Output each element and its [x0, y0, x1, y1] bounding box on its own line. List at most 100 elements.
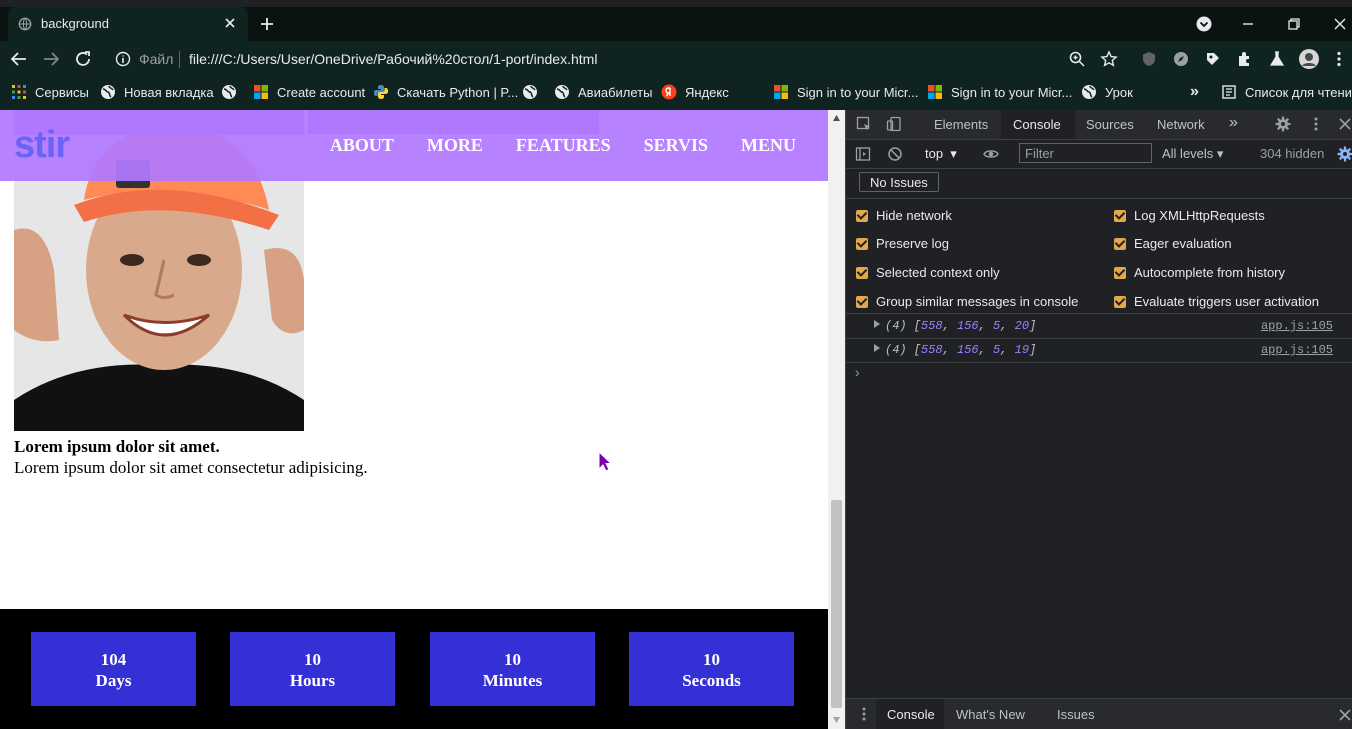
- nav-about[interactable]: ABOUT: [330, 135, 394, 156]
- console-log-row[interactable]: (4) [558, 156, 5, 20] app.js:105: [846, 314, 1352, 339]
- page-scrollbar[interactable]: [828, 110, 845, 729]
- clear-console-icon[interactable]: [887, 146, 903, 162]
- device-toolbar-icon[interactable]: [886, 116, 902, 132]
- bookmark-globe[interactable]: [221, 82, 237, 102]
- reload-icon[interactable]: [74, 50, 92, 68]
- bookmark-urok[interactable]: Урок: [1081, 82, 1133, 102]
- setting-autocomplete[interactable]: Autocomplete from history: [1114, 265, 1285, 280]
- bookmark-globe-2[interactable]: [522, 82, 538, 102]
- drawer-tab-whats-new[interactable]: What's New: [956, 707, 1025, 722]
- nav-features[interactable]: FEATURES: [516, 135, 611, 156]
- setting-evaluate-triggers[interactable]: Evaluate triggers user activation: [1114, 294, 1319, 309]
- microsoft-logo-icon: [774, 85, 788, 99]
- more-tabs-chevron-icon[interactable]: »: [1229, 114, 1238, 132]
- setting-label: Selected context only: [876, 265, 1000, 280]
- back-arrow-icon[interactable]: [10, 50, 28, 68]
- profile-avatar-icon[interactable]: [1298, 48, 1320, 70]
- console-settings-gear-icon[interactable]: [1337, 146, 1352, 162]
- console-log-row[interactable]: (4) [558, 156, 5, 19] app.js:105: [846, 338, 1352, 363]
- checkbox-checked[interactable]: [1114, 237, 1126, 250]
- drawer-tab-issues[interactable]: Issues: [1057, 707, 1095, 722]
- checkbox-checked[interactable]: [856, 295, 868, 308]
- bookmark-create-account[interactable]: Create account: [253, 82, 365, 102]
- tab-elements[interactable]: Elements: [934, 117, 988, 132]
- setting-eager-evaluation[interactable]: Eager evaluation: [1114, 236, 1232, 251]
- tab-network[interactable]: Network: [1157, 117, 1205, 132]
- globe-icon: [222, 85, 236, 99]
- settings-gear-icon[interactable]: [1275, 116, 1291, 132]
- setting-log-xhr[interactable]: Log XMLHttpRequests: [1114, 208, 1265, 223]
- close-window-icon[interactable]: [1330, 14, 1350, 34]
- expand-arrow-icon[interactable]: [874, 344, 880, 352]
- site-logo[interactable]: stir: [14, 124, 70, 167]
- console-prompt[interactable]: ›: [855, 364, 860, 380]
- scrollbar-thumb[interactable]: [831, 500, 842, 708]
- drawer-menu-icon[interactable]: [856, 706, 872, 722]
- bookmark-microsoft-signin-1[interactable]: Sign in to your Micr...: [773, 82, 918, 102]
- address-bar[interactable]: Файл file:///C:/Users/User/OneDrive/Рабо…: [104, 45, 1124, 73]
- bookmark-aviabilety[interactable]: Авиабилеты: [554, 82, 652, 102]
- bookmark-label: Авиабилеты: [578, 84, 653, 100]
- tab-console[interactable]: Console: [1013, 117, 1061, 132]
- log-message: (4) [558, 156, 5, 19]: [885, 343, 1037, 357]
- compass-extension-icon[interactable]: [1172, 50, 1190, 68]
- tag-extension-icon[interactable]: [1204, 50, 1222, 68]
- scroll-down-arrow-icon[interactable]: [832, 716, 841, 724]
- restore-icon[interactable]: [1284, 14, 1304, 34]
- log-source-link[interactable]: app.js:105: [1261, 343, 1333, 357]
- expand-arrow-icon[interactable]: [874, 320, 880, 328]
- flask-icon[interactable]: [1268, 50, 1286, 68]
- info-icon[interactable]: [115, 51, 131, 67]
- zoom-icon[interactable]: [1068, 50, 1086, 68]
- bookmark-microsoft-signin-2[interactable]: Sign in to your Micr...: [927, 82, 1072, 102]
- tab-search-icon[interactable]: [1194, 14, 1214, 34]
- context-selector[interactable]: top ▾: [925, 146, 957, 162]
- close-devtools-icon[interactable]: [1337, 116, 1352, 132]
- browser-tab[interactable]: background: [8, 7, 248, 41]
- setting-preserve-log[interactable]: Preserve log: [856, 236, 949, 251]
- checkbox-checked[interactable]: [856, 266, 868, 279]
- devtools-menu-icon[interactable]: [1308, 116, 1324, 132]
- log-source-link[interactable]: app.js:105: [1261, 319, 1333, 333]
- bookmark-star-icon[interactable]: [1100, 50, 1118, 68]
- url-text[interactable]: file:///C:/Users/User/OneDrive/Рабочий%2…: [189, 51, 597, 67]
- checkbox-checked[interactable]: [1114, 295, 1126, 308]
- new-tab-icon[interactable]: [258, 15, 276, 33]
- shield-extension-icon[interactable]: [1140, 50, 1158, 68]
- bookmark-new-tab[interactable]: Новая вкладка: [100, 82, 214, 102]
- setting-hide-network[interactable]: Hide network: [856, 208, 952, 223]
- no-issues-button[interactable]: No Issues: [859, 172, 939, 192]
- more-bookmarks-button[interactable]: »: [1190, 82, 1199, 102]
- reading-list-button[interactable]: Список для чтения: [1221, 82, 1352, 102]
- checkbox-checked[interactable]: [856, 209, 868, 222]
- window-top-strip: [0, 0, 1352, 7]
- nav-menu[interactable]: MENU: [741, 135, 796, 156]
- setting-selected-context[interactable]: Selected context only: [856, 265, 1000, 280]
- filter-input[interactable]: Filter: [1019, 143, 1152, 163]
- checkbox-checked[interactable]: [1114, 266, 1126, 279]
- timer-minutes: 10 Minutes: [430, 632, 595, 706]
- bookmark-yandex[interactable]: Яндекс: [661, 82, 729, 102]
- nav-servis[interactable]: SERVIS: [644, 135, 708, 156]
- checkbox-checked[interactable]: [856, 237, 868, 250]
- extensions-puzzle-icon[interactable]: [1236, 50, 1254, 68]
- bookmark-python[interactable]: Скачать Python | P...: [373, 82, 518, 102]
- chrome-menu-icon[interactable]: [1330, 50, 1348, 68]
- checkbox-checked[interactable]: [1114, 209, 1126, 222]
- sidebar-toggle-icon[interactable]: [855, 146, 871, 162]
- close-tab-icon[interactable]: [222, 15, 238, 31]
- bookmark-services[interactable]: Сервисы: [11, 82, 89, 102]
- log-levels-dropdown[interactable]: All levels ▾: [1162, 146, 1223, 162]
- drawer-tab-console[interactable]: Console: [887, 707, 935, 722]
- eye-icon[interactable]: [983, 146, 999, 162]
- nav-more[interactable]: MORE: [427, 135, 483, 156]
- minimize-icon[interactable]: [1238, 14, 1258, 34]
- tab-sources[interactable]: Sources: [1086, 117, 1134, 132]
- setting-label: Group similar messages in console: [876, 294, 1079, 309]
- close-drawer-icon[interactable]: [1337, 707, 1352, 723]
- timer-seconds-value: 10: [703, 650, 720, 669]
- scroll-up-arrow-icon[interactable]: [832, 114, 841, 122]
- setting-group-similar[interactable]: Group similar messages in console: [856, 294, 1078, 309]
- inspect-element-icon[interactable]: [856, 116, 872, 132]
- forward-arrow-icon[interactable]: [42, 50, 60, 68]
